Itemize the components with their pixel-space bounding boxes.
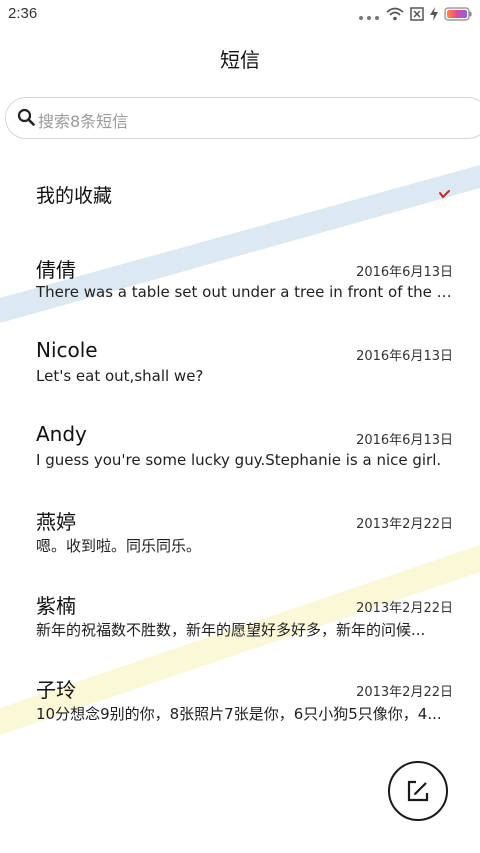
message-preview: There was a table set out under a tree i… (36, 283, 454, 301)
signal-dots-icon (358, 6, 380, 25)
message-date: 2016年6月13日 (356, 349, 453, 364)
conversation-row[interactable]: 紫楠 2013年2月22日 新年的祝福数不胜数，新年的愿望好多好多，新年的问候.… (0, 576, 480, 660)
message-date: 2013年2月22日 (356, 685, 453, 700)
message-preview: 嗯。收到啦。同乐同乐。 (36, 537, 202, 555)
contact-name: Nicole (36, 338, 98, 362)
message-date: 2013年2月22日 (356, 601, 453, 616)
page-title: 短信 (220, 48, 260, 72)
wifi-icon (386, 6, 404, 25)
message-preview: 新年的祝福数不胜数，新年的愿望好多好多，新年的问候... (36, 621, 426, 639)
message-date: 2016年6月13日 (356, 265, 453, 280)
favorites-label: 我的收藏 (36, 185, 113, 207)
contact-name: 倩倩 (36, 258, 76, 282)
message-date: 2013年2月22日 (356, 517, 453, 532)
search-icon (17, 108, 35, 126)
chevron-down-icon (439, 185, 451, 204)
contact-name: Andy (36, 422, 87, 446)
message-preview: I guess you're some lucky guy.Stephanie … (36, 451, 442, 469)
battery-icon (444, 6, 472, 25)
message-preview: Let's eat out,shall we? (36, 367, 204, 385)
message-date: 2016年6月13日 (356, 433, 453, 448)
status-bar: 2:36 (0, 0, 480, 30)
conversation-row[interactable]: 燕婷 2013年2月22日 嗯。收到啦。同乐同乐。 (0, 492, 480, 576)
status-time: 2:36 (8, 5, 38, 22)
conversation-row[interactable]: Nicole 2016年6月13日 Let's eat out,shall we… (0, 324, 480, 408)
sim-off-icon (410, 6, 424, 25)
compose-button[interactable] (388, 761, 448, 821)
conversation-row[interactable]: 倩倩 2016年6月13日 There was a table set out … (0, 240, 480, 324)
contact-name: 紫楠 (36, 594, 76, 618)
contact-name: 子玲 (36, 678, 76, 702)
favorites-item[interactable]: 我的收藏 (0, 160, 480, 224)
search-input[interactable]: 搜索8条短信 (5, 97, 480, 139)
search-placeholder: 搜索8条短信 (38, 112, 129, 131)
message-preview: 10分想念9别的你，8张照片7张是你，6只小狗5只像你，4... (36, 705, 442, 723)
conversation-row[interactable]: Andy 2016年6月13日 I guess you're some luck… (0, 408, 480, 492)
conversation-row[interactable]: 子玲 2013年2月22日 10分想念9别的你，8张照片7张是你，6只小狗5只像… (0, 660, 480, 744)
contact-name: 燕婷 (36, 510, 76, 534)
charging-icon (430, 6, 438, 25)
